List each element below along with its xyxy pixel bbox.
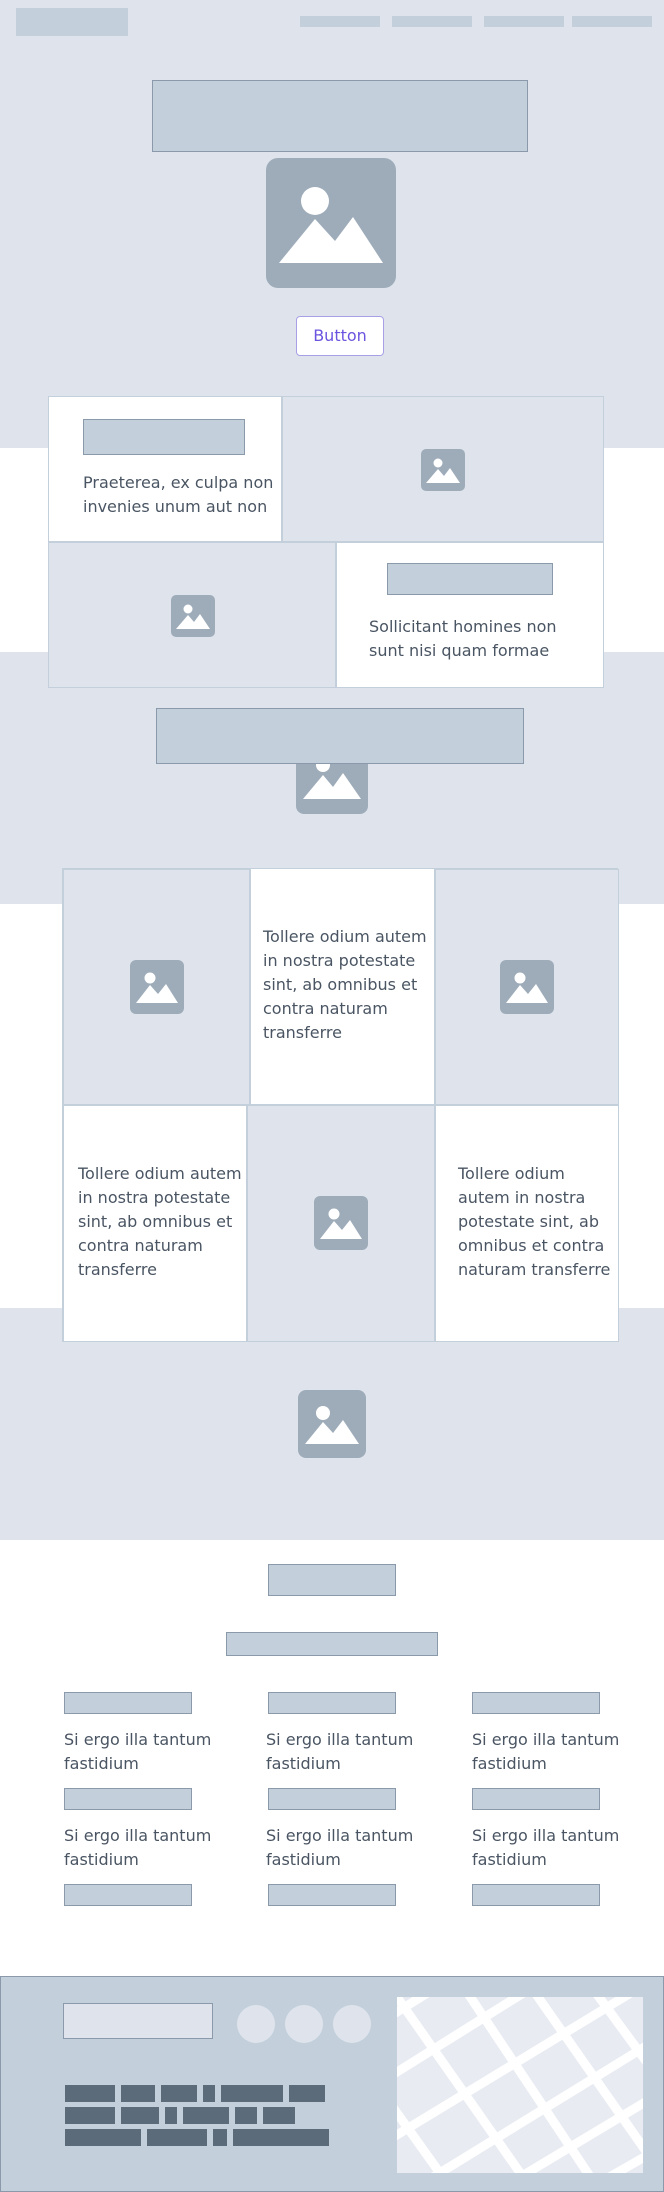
gallery-image-tile-1 [130, 960, 184, 1014]
list-link-2[interactable] [268, 1884, 396, 1906]
footer [0, 1976, 664, 2192]
image-icon [426, 458, 460, 483]
list-item-2-title [268, 1692, 396, 1714]
feature-card-1: Praeterea, ex culpa non invenies unum au… [48, 396, 282, 542]
section-title-placeholder [156, 708, 524, 764]
footer-link[interactable] [121, 2107, 159, 2124]
footer-link[interactable] [65, 2107, 115, 2124]
footer-link[interactable] [233, 2129, 329, 2146]
image-icon [506, 972, 548, 1003]
list-item-5-title [268, 1788, 396, 1810]
map-icon [397, 1997, 643, 2173]
footer-link[interactable] [235, 2107, 257, 2124]
gallery-image-1 [63, 869, 250, 1105]
feature-card-2-text: Sollicitant homines non sunt nisi quam f… [369, 617, 557, 660]
footer-link[interactable] [65, 2085, 115, 2102]
list-item-4-text: Si ergo illa tantum fastidium [64, 1826, 212, 1869]
footer-link[interactable] [203, 2085, 215, 2102]
list-item-2-text: Si ergo illa tantum fastidium [266, 1730, 414, 1773]
list-section-title [268, 1564, 396, 1596]
gallery-grid: Tollere odium autem in nostra potestate … [62, 868, 619, 1342]
band-image [298, 1390, 366, 1458]
list-item-3-text: Si ergo illa tantum fastidium [472, 1730, 620, 1773]
hero-button[interactable]: Button [296, 316, 384, 356]
list-link-1[interactable] [64, 1884, 192, 1906]
hero-image [266, 158, 396, 288]
list-item-6-text: Si ergo illa tantum fastidium [472, 1826, 620, 1869]
image-icon [136, 972, 178, 1003]
footer-link[interactable] [121, 2085, 155, 2102]
image-icon [320, 1208, 362, 1239]
footer-link[interactable] [213, 2129, 227, 2146]
feature-image-2 [171, 595, 215, 637]
nav-link-1[interactable] [300, 16, 380, 27]
footer-link[interactable] [289, 2085, 325, 2102]
hero-title-placeholder [152, 80, 528, 152]
logo-placeholder[interactable] [16, 8, 128, 36]
footer-logo-placeholder[interactable] [63, 2003, 213, 2039]
footer-map[interactable] [397, 1997, 643, 2173]
social-icon-3[interactable] [333, 2005, 371, 2043]
gallery-text-card-c: Tollere odium autem in nostra potestate … [435, 1105, 619, 1342]
list-item-6-title [472, 1788, 600, 1810]
gallery-text-a: Tollere odium autem in nostra potestate … [263, 927, 427, 1042]
footer-link[interactable] [65, 2129, 141, 2146]
gallery-image-tile-3 [314, 1196, 368, 1250]
gallery-text-c: Tollere odium autem in nostra potestate … [458, 1164, 611, 1279]
gallery-image-2 [435, 869, 619, 1105]
gallery-text-card-a: Tollere odium autem in nostra potestate … [250, 869, 435, 1105]
feature-card-2-title [387, 563, 553, 595]
feature-card-2: Sollicitant homines non sunt nisi quam f… [336, 542, 604, 688]
footer-link[interactable] [147, 2129, 207, 2146]
list-item-5-text: Si ergo illa tantum fastidium [266, 1826, 414, 1869]
list-section-subtitle [226, 1632, 438, 1656]
footer-link[interactable] [165, 2107, 177, 2124]
list-item-1-title [64, 1692, 192, 1714]
feature-image-1 [421, 449, 465, 491]
gallery-text-b: Tollere odium autem in nostra potestate … [78, 1164, 242, 1279]
gallery-image-tile-2 [500, 960, 554, 1014]
list-item-4-title [64, 1788, 192, 1810]
nav-link-2[interactable] [392, 16, 472, 27]
image-icon [176, 604, 210, 629]
list-link-3[interactable] [472, 1884, 600, 1906]
feature-card-1-text: Praeterea, ex culpa non invenies unum au… [83, 473, 274, 516]
social-icon-1[interactable] [237, 2005, 275, 2043]
feature-card-1-title [83, 419, 245, 455]
gallery-text-card-b: Tollere odium autem in nostra potestate … [63, 1105, 247, 1342]
image-icon [279, 187, 383, 263]
footer-link[interactable] [183, 2107, 229, 2124]
nav-link-4[interactable] [572, 16, 652, 27]
image-icon [305, 1406, 359, 1444]
social-icon-2[interactable] [285, 2005, 323, 2043]
list-item-3-title [472, 1692, 600, 1714]
feature-image-card-2 [48, 542, 336, 688]
nav-link-3[interactable] [484, 16, 564, 27]
footer-link[interactable] [221, 2085, 283, 2102]
gallery-image-3 [247, 1105, 435, 1342]
footer-link[interactable] [161, 2085, 197, 2102]
list-item-1-text: Si ergo illa tantum fastidium [64, 1730, 212, 1773]
feature-image-card-1 [282, 396, 604, 542]
footer-link[interactable] [263, 2107, 295, 2124]
